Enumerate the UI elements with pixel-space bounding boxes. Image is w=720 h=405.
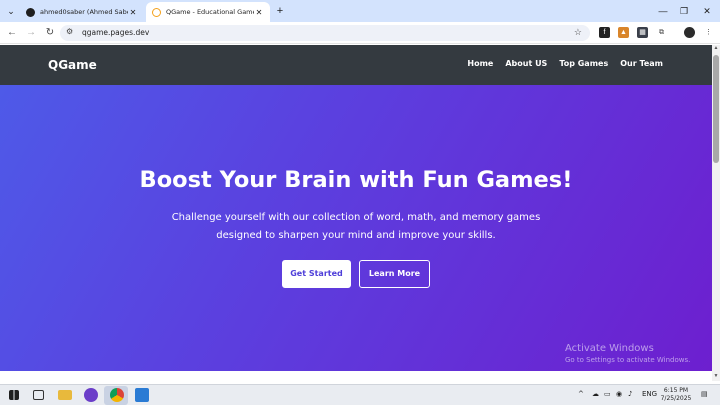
browser-toolbar: ← → ↻ ⚙ qgame.pages.dev ☆ f ▲ ▦ ⧉ ⋮ xyxy=(0,22,720,44)
site-nav-links: Home About US Top Games Our Team xyxy=(467,59,663,68)
tray-chevron-up-icon[interactable]: ^ xyxy=(578,390,584,398)
puzzle-extensions-icon[interactable]: ⧉ xyxy=(656,27,667,38)
github-desktop-icon[interactable] xyxy=(84,388,98,402)
window-close-icon[interactable]: ✕ xyxy=(700,4,714,18)
tab-title: QGame - Educational Games P xyxy=(166,8,254,16)
hero-section: Boost Your Brain with Fun Games! Challen… xyxy=(0,85,712,371)
windows-taskbar: ^ ☁ ▭ ◉ ♪ ENG 6:15 PM 7/25/2025 ▤ xyxy=(0,384,720,405)
get-started-button[interactable]: Get Started xyxy=(282,260,351,288)
scroll-down-arrow-icon[interactable]: ▼ xyxy=(712,373,720,381)
notification-icon[interactable]: ▤ xyxy=(701,390,708,398)
address-bar[interactable]: ⚙ qgame.pages.dev ☆ xyxy=(60,25,590,41)
github-icon xyxy=(26,7,35,17)
watermark-title: Activate Windows xyxy=(565,343,654,354)
battery-icon[interactable]: ▭ xyxy=(604,390,611,398)
nav-link-top-games[interactable]: Top Games xyxy=(559,59,608,68)
minimize-icon[interactable]: — xyxy=(656,4,670,18)
learn-more-button[interactable]: Learn More xyxy=(359,260,430,288)
tab-search-chevron-icon[interactable]: ⌄ xyxy=(4,5,18,17)
site-brand[interactable]: QGame xyxy=(48,58,97,72)
site-navbar: QGame Home About US Top Games Our Team xyxy=(0,45,712,85)
windows-start-icon[interactable] xyxy=(9,390,19,400)
nav-link-our-team[interactable]: Our Team xyxy=(620,59,663,68)
page-viewport: QGame Home About US Top Games Our Team B… xyxy=(0,45,712,381)
network-icon[interactable]: ◉ xyxy=(616,390,622,398)
qgame-icon xyxy=(152,7,161,17)
vscode-icon[interactable] xyxy=(135,388,149,402)
page-scrollbar[interactable]: ▲ ▼ xyxy=(712,45,720,381)
browser-tab-github[interactable]: ahmed0saber (Ahmed Saber) ✕ xyxy=(20,2,144,22)
scroll-up-arrow-icon[interactable]: ▲ xyxy=(712,45,720,53)
extension-icon[interactable]: ▦ xyxy=(637,27,648,38)
close-tab-icon[interactable]: ✕ xyxy=(254,8,264,17)
reload-icon[interactable]: ↻ xyxy=(43,26,57,40)
site-info-icon[interactable]: ⚙ xyxy=(66,27,73,36)
hero-title: Boost Your Brain with Fun Games! xyxy=(139,167,573,193)
onedrive-icon[interactable]: ☁ xyxy=(592,390,599,398)
extension-icon[interactable]: ▲ xyxy=(618,27,629,38)
hero-subtitle: Challenge yourself with our collection o… xyxy=(171,212,541,241)
browser-tab-qgame[interactable]: QGame - Educational Games P ✕ xyxy=(146,2,270,22)
url-text[interactable]: qgame.pages.dev xyxy=(82,28,149,37)
clock-date: 7/25/2025 xyxy=(660,395,692,402)
extension-icon[interactable]: f xyxy=(599,27,610,38)
close-tab-icon[interactable]: ✕ xyxy=(128,8,138,17)
volume-icon[interactable]: ♪ xyxy=(628,390,632,398)
language-indicator[interactable]: ENG xyxy=(642,390,657,398)
restore-icon[interactable]: ❐ xyxy=(677,4,691,18)
scroll-thumb[interactable] xyxy=(713,55,719,163)
forward-arrow-icon[interactable]: → xyxy=(24,26,38,40)
task-view-icon[interactable] xyxy=(33,390,44,400)
back-arrow-icon[interactable]: ← xyxy=(5,26,19,40)
clock-time: 6:15 PM xyxy=(663,387,689,394)
tab-title: ahmed0saber (Ahmed Saber) xyxy=(40,8,128,16)
kebab-menu-icon[interactable]: ⋮ xyxy=(703,27,714,38)
new-tab-plus-icon[interactable]: + xyxy=(274,5,286,17)
profile-avatar-icon[interactable] xyxy=(684,27,695,38)
chrome-icon[interactable] xyxy=(110,388,124,402)
browser-tab-strip: ⌄ ahmed0saber (Ahmed Saber) ✕ QGame - Ed… xyxy=(0,0,720,22)
file-explorer-icon[interactable] xyxy=(58,390,72,400)
activate-windows-watermark: Activate Windows Go to Settings to activ… xyxy=(565,343,690,364)
system-clock[interactable]: 6:15 PM 7/25/2025 xyxy=(656,387,696,403)
bookmark-star-icon[interactable]: ☆ xyxy=(574,27,582,38)
watermark-subtitle: Go to Settings to activate Windows. xyxy=(565,356,691,364)
nav-link-home[interactable]: Home xyxy=(467,59,493,68)
nav-link-about[interactable]: About US xyxy=(505,59,547,68)
